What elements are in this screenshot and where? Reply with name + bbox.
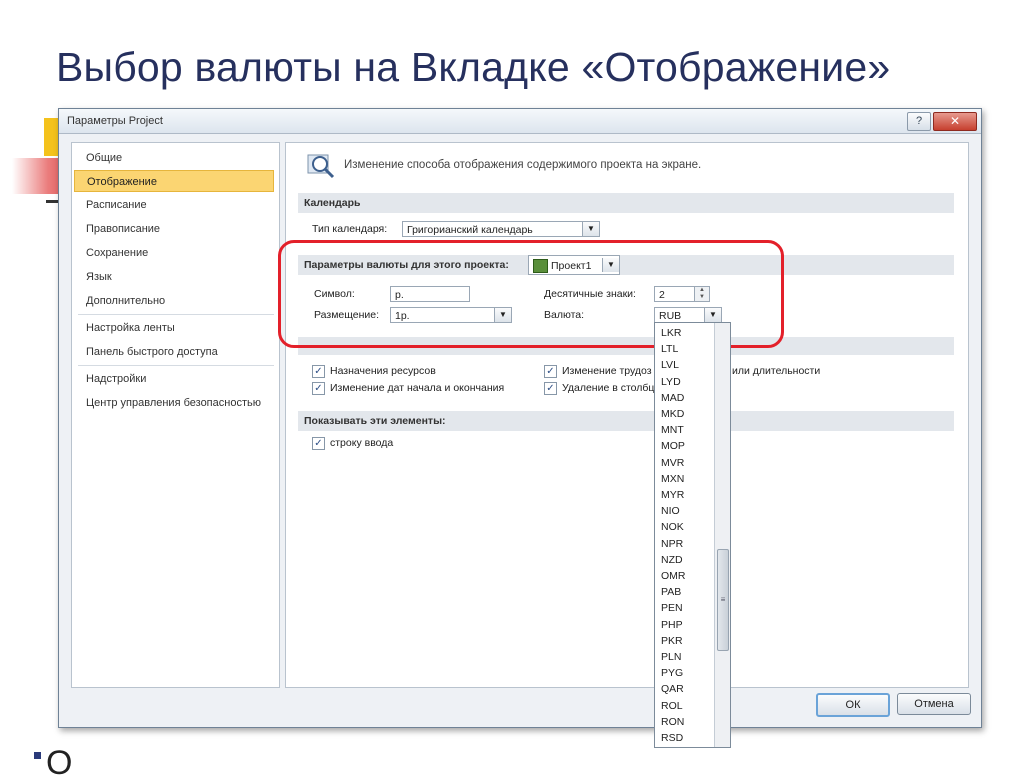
entry-bar-checkbox[interactable]: ✓ — [312, 437, 325, 450]
currency-option[interactable]: PLN — [661, 649, 681, 665]
currency-option[interactable]: NOK — [661, 519, 684, 535]
work-change-checkbox[interactable]: ✓ — [544, 365, 557, 378]
currency-option[interactable]: LKR — [661, 325, 681, 341]
nav-item-display[interactable]: Отображение — [74, 170, 274, 192]
currency-option[interactable]: MAD — [661, 390, 684, 406]
currency-option[interactable]: ROL — [661, 698, 683, 714]
project-options-dialog: Параметры Project ? ✕ Общие Отображение … — [58, 108, 982, 728]
cancel-button[interactable]: Отмена — [897, 693, 971, 715]
work-change-label-suffix: или длительности — [732, 365, 821, 377]
options-nav: Общие Отображение Расписание Правописани… — [71, 142, 280, 688]
currency-option[interactable]: PKR — [661, 633, 683, 649]
nav-divider — [78, 365, 274, 366]
currency-option[interactable]: MKD — [661, 406, 684, 422]
currency-option[interactable]: MNT — [661, 422, 684, 438]
nav-item-proofing[interactable]: Правописание — [74, 218, 274, 240]
ok-button[interactable]: ОК — [816, 693, 890, 717]
currency-option[interactable]: LVL — [661, 357, 679, 373]
nav-divider — [78, 314, 274, 315]
currency-option[interactable]: NPR — [661, 536, 683, 552]
bullet-dash — [46, 200, 58, 203]
resource-assignments-label: Назначения ресурсов — [330, 365, 436, 377]
currency-option[interactable]: MOP — [661, 438, 685, 454]
column-delete-checkbox[interactable]: ✓ — [544, 382, 557, 395]
panel-header-text: Изменение способа отображения содержимог… — [344, 159, 702, 171]
currency-option[interactable]: LYD — [661, 374, 681, 390]
nav-item-customize-ribbon[interactable]: Настройка ленты — [74, 317, 274, 339]
work-change-label: Изменение трудоз — [562, 365, 652, 377]
currency-option[interactable]: MXN — [661, 471, 684, 487]
currency-dropdown-list[interactable]: LKR LTL LVL LYD MAD MKD MNT MOP MVR MXN MYR NIO NOK N… — [654, 322, 731, 748]
show-elements-section-header: Показывать эти элементы: — [298, 411, 954, 431]
bottom-partial-text: О — [46, 744, 73, 782]
dialog-titlebar: Параметры Project ? ✕ — [59, 109, 981, 134]
currency-option[interactable]: QAR — [661, 681, 684, 697]
dialog-title: Параметры Project — [67, 115, 163, 127]
slide-title: Выбор валюты на Вкладке «Отображение» — [56, 44, 891, 90]
nav-item-schedule[interactable]: Расписание — [74, 194, 274, 216]
nav-item-language[interactable]: Язык — [74, 266, 274, 288]
scroll-thumb-grip-icon[interactable]: ≡ — [717, 549, 729, 651]
currency-option[interactable]: PAB — [661, 584, 681, 600]
currency-option[interactable]: RON — [661, 714, 684, 730]
currency-option[interactable]: OMR — [661, 568, 686, 584]
display-magnifier-icon — [307, 154, 335, 179]
start-finish-dates-checkbox[interactable]: ✓ — [312, 382, 325, 395]
nav-item-save[interactable]: Сохранение — [74, 242, 274, 264]
currency-option[interactable]: RSD — [661, 730, 683, 746]
calendar-type-value: Григорианский календарь — [407, 224, 533, 236]
nav-item-advanced[interactable]: Дополнительно — [74, 290, 274, 312]
calendar-section-header: Календарь — [298, 193, 954, 213]
currency-option[interactable]: MVR — [661, 455, 684, 471]
nav-item-trust-center[interactable]: Центр управления безопасностью — [74, 392, 274, 414]
calendar-type-label: Тип календаря: — [312, 223, 388, 235]
chevron-down-icon: ▼ — [582, 222, 599, 236]
help-button[interactable]: ? — [907, 112, 931, 131]
currency-option[interactable]: NIO — [661, 503, 680, 519]
column-delete-label: Удаление в столбц — [562, 382, 655, 394]
currency-option[interactable]: PYG — [661, 665, 683, 681]
close-button[interactable]: ✕ — [933, 112, 977, 131]
start-finish-dates-label: Изменение дат начала и окончания — [330, 382, 505, 394]
display-settings-panel: Изменение способа отображения содержимог… — [285, 142, 969, 688]
resource-assignments-checkbox[interactable]: ✓ — [312, 365, 325, 378]
nav-item-quick-access[interactable]: Панель быстрого доступа — [74, 341, 274, 363]
currency-option[interactable]: MYR — [661, 487, 684, 503]
currency-option[interactable]: LTL — [661, 341, 678, 357]
entry-bar-label: строку ввода — [330, 437, 394, 449]
calendar-type-select[interactable]: Григорианский календарь ▼ — [402, 221, 600, 237]
currency-option[interactable]: PHP — [661, 617, 683, 633]
currency-option[interactable]: PEN — [661, 600, 683, 616]
nav-item-general[interactable]: Общие — [74, 147, 274, 169]
currency-option[interactable]: NZD — [661, 552, 683, 568]
nav-item-addins[interactable]: Надстройки — [74, 368, 274, 390]
bottom-bullet — [34, 752, 41, 759]
currency-list-scrollbar[interactable]: ≡ — [714, 323, 730, 747]
